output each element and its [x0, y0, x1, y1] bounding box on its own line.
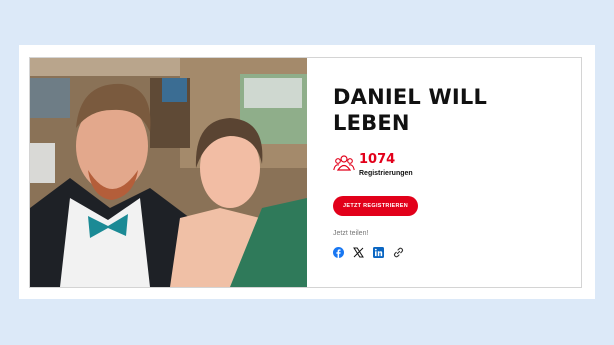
- registrations-count: 1074: [359, 152, 396, 167]
- campaign-card: DANIEL WILL LEBEN 1074 Registrierungen J…: [29, 57, 582, 288]
- x-icon[interactable]: [353, 245, 364, 258]
- registration-stats-text: 1074 Registrierungen: [359, 152, 413, 178]
- couple-photo: [30, 58, 307, 287]
- registrations-label: Registrierungen: [359, 170, 413, 177]
- linkedin-icon[interactable]: [373, 245, 384, 258]
- campaign-info: DANIEL WILL LEBEN 1074 Registrierungen J…: [333, 84, 571, 258]
- link-icon[interactable]: [393, 245, 404, 258]
- campaign-title: DANIEL WILL LEBEN: [333, 85, 488, 135]
- registration-stats: 1074 Registrierungen: [333, 153, 571, 177]
- share-prompt: Jetzt teilen!: [333, 230, 369, 237]
- share-links: [333, 245, 571, 258]
- register-button[interactable]: JETZT REGISTRIEREN: [333, 196, 418, 216]
- facebook-icon[interactable]: [333, 245, 344, 258]
- people-icon: [333, 155, 355, 171]
